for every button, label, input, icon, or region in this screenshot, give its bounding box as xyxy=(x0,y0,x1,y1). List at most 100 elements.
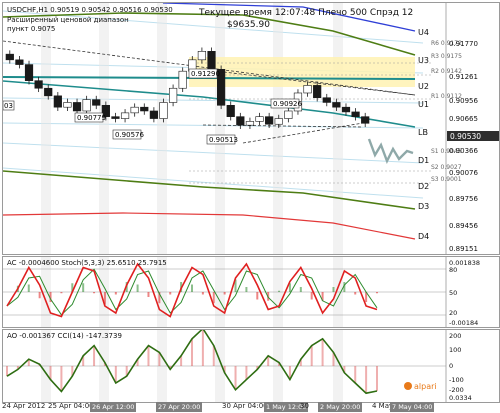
level-d3: D3 xyxy=(418,202,429,211)
point-label-2: 0.90576 xyxy=(115,131,144,139)
candle-body xyxy=(120,112,130,119)
cci-bar xyxy=(93,345,96,366)
candle-body xyxy=(168,87,178,103)
price-panel[interactable]: 0.91290 0.90779 0.90576 0.90513 0.90926 … xyxy=(2,2,500,255)
candle-body xyxy=(303,85,312,94)
candle-body xyxy=(63,102,72,108)
ac-bar xyxy=(191,284,193,292)
level-labels: U4 U3 U2 U1 LB D1 D2 D3 D4 xyxy=(418,28,429,241)
cci-bar xyxy=(365,366,368,394)
cci-bar xyxy=(201,328,204,366)
ao-scale-5: 0.0334 xyxy=(449,394,472,402)
ac-bar xyxy=(310,292,313,300)
olive-band-d3 xyxy=(2,170,416,210)
ao-scale-3: -100 xyxy=(449,376,464,384)
pivot-r3: R3 0.9175 xyxy=(431,53,462,60)
date-label-2: 26 Apr 12:00 xyxy=(90,402,137,412)
red-line xyxy=(2,212,416,240)
candle-body xyxy=(361,116,370,124)
price-tick-9: 0.89151 xyxy=(449,245,478,253)
ao-svg: AO -0.001367 CCI(14) -147.3739 200 100 0… xyxy=(3,327,472,402)
cci-bar xyxy=(60,366,63,392)
level-u2: U2 xyxy=(418,82,429,91)
chart-window: 0.91290 0.90779 0.90576 0.90513 0.90926 … xyxy=(0,0,500,413)
price-tick-2: 0.90956 xyxy=(449,97,478,105)
ac-bar xyxy=(93,292,96,294)
point-label-1: 0.90779 xyxy=(77,114,106,122)
stoch-svg: AC -0.0004600 Stoch(5,3,3) 25.6510 25.79… xyxy=(3,257,480,327)
ao-scale: 200 100 0 -100 -200 0.0334 xyxy=(449,332,472,402)
price-tick-8: 0.89456 xyxy=(449,222,478,230)
level-lb: LB xyxy=(418,128,428,137)
price-tick-6: 0.90076 xyxy=(449,169,478,177)
ac-bar xyxy=(136,284,139,292)
candle-body xyxy=(178,70,187,89)
ac-bar xyxy=(223,292,226,295)
candle-body xyxy=(159,102,168,119)
stoch-panel[interactable]: AC -0.0004600 Stoch(5,3,3) 25.6510 25.79… xyxy=(2,256,500,328)
level-u3: U3 xyxy=(418,56,429,65)
point-label-0: 0.91290 xyxy=(191,70,220,78)
range-label: Расширенный ценовой диапазон xyxy=(7,16,129,24)
ac-bar xyxy=(27,284,30,292)
ao-scale-1: 100 xyxy=(449,346,461,354)
stoch-title: AC -0.0004600 Stoch(5,3,3) 25.6510 25.79… xyxy=(7,259,167,267)
session-bands xyxy=(41,3,343,254)
cci-bar xyxy=(234,366,237,390)
candle-body xyxy=(274,118,283,125)
alpari-logo-icon xyxy=(404,382,412,390)
cci-bar xyxy=(354,366,357,383)
level-u1: U1 xyxy=(418,100,429,109)
price-tick-0: 0.91770 xyxy=(449,40,478,48)
cci-bar xyxy=(310,345,313,366)
point-label-3: 0.90513 xyxy=(209,136,238,144)
pivot-labels: R6 0.9172 R3 0.9175 R2 0.9142 R1 0.9112 … xyxy=(431,40,462,183)
candle-body xyxy=(332,102,341,108)
candle-body xyxy=(92,99,101,106)
candle-body xyxy=(149,110,158,119)
ac-bar xyxy=(376,292,378,294)
level-u4: U4 xyxy=(418,28,429,37)
candle-body xyxy=(322,97,331,103)
ac-bar xyxy=(114,292,117,295)
ac-bar xyxy=(82,283,85,292)
point-label-5: 03 xyxy=(4,102,13,110)
candle-body xyxy=(265,116,274,125)
candle-body xyxy=(111,116,120,119)
level-d1: D1 xyxy=(418,156,429,165)
date-label-1: 25 Apr 04:00 xyxy=(48,402,94,410)
balance: $9635.90 xyxy=(227,20,270,30)
candle-body xyxy=(34,80,43,89)
candle-body xyxy=(44,87,53,97)
ao-cci-panel[interactable]: AO -0.001367 CCI(14) -147.3739 200 100 0… xyxy=(2,327,500,403)
candle-body xyxy=(351,111,360,117)
cci-bar xyxy=(321,338,324,366)
ac-bar xyxy=(278,290,281,292)
cci-bar xyxy=(147,345,150,366)
price-tick-1: 0.91261 xyxy=(449,73,478,81)
cci-bar xyxy=(376,366,378,391)
candle-body xyxy=(341,106,351,113)
price-tick-7: 0.89756 xyxy=(449,195,478,203)
price-tick-5: 0.90366 xyxy=(449,147,478,155)
date-label-4: 30 Apr 04:00 xyxy=(222,402,268,410)
candle-body xyxy=(53,95,62,108)
symbol-info: USDCHF,H1 0.90519 0.90542 0.90516 0.9053… xyxy=(7,6,173,14)
ao-title: AO -0.001367 CCI(14) -147.3739 xyxy=(7,332,122,340)
candle-body xyxy=(245,121,255,126)
server-time: Текущее время 12:07:48 Плечо 500 Спрэд 1… xyxy=(198,8,413,18)
candle-body xyxy=(236,116,245,126)
stoch-scale-4: -0.00184 xyxy=(449,319,478,327)
level-d4: D4 xyxy=(418,232,429,241)
candle-body xyxy=(72,102,82,112)
date-label-6: 2 May 20:00 xyxy=(318,402,363,412)
point-label-4: 0.90926 xyxy=(273,100,302,108)
ac-bar xyxy=(169,292,172,295)
ac-bar xyxy=(60,292,63,294)
stoch-scale: 0.001838 80 50 20 -0.00184 xyxy=(449,259,480,327)
stoch-scale-1: 80 xyxy=(449,266,457,274)
date-label-8: 30 xyxy=(300,402,309,410)
brand-label: alpari xyxy=(414,382,437,391)
candle-body xyxy=(15,59,24,65)
cci-bar xyxy=(191,338,193,366)
